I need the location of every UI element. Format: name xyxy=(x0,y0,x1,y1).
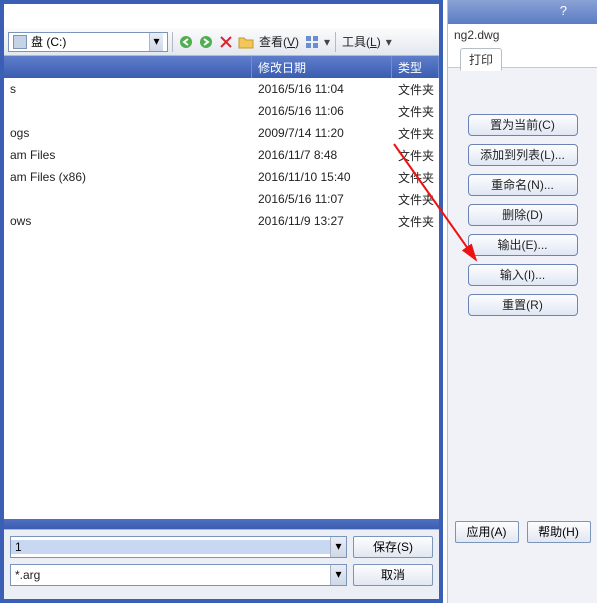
filter-input[interactable]: *.arg xyxy=(11,568,330,582)
filename-input[interactable]: 1 xyxy=(11,540,330,554)
forward-icon[interactable] xyxy=(197,33,215,51)
table-row[interactable]: ows2016/11/9 13:27文件夹 xyxy=(4,210,439,232)
cell-type: 文件夹 xyxy=(392,147,439,164)
file-save-dialog: 盘 (C:) ▾ 查看(V) ▾ 工具(L) ▾ 修改日期 类型 s2016/5… xyxy=(0,0,443,603)
cancel-button[interactable]: 取消 xyxy=(353,564,433,586)
cell-date: 2016/11/10 15:40 xyxy=(252,170,392,184)
help-button[interactable]: 帮助(H) xyxy=(527,521,591,543)
delete-icon[interactable] xyxy=(217,33,235,51)
col-type[interactable]: 类型 xyxy=(392,56,439,78)
panel-titlebar: ? xyxy=(448,0,597,24)
add-to-list-button[interactable]: 添加到列表(L)... xyxy=(468,144,578,166)
cell-name: ogs xyxy=(4,126,252,140)
export-button[interactable]: 输出(E)... xyxy=(468,234,578,256)
table-row[interactable]: 2016/5/16 11:07文件夹 xyxy=(4,188,439,210)
chevron-down-icon[interactable]: ▾ xyxy=(330,537,346,557)
chevron-down-icon[interactable]: ▾ xyxy=(149,33,163,51)
filename-combo[interactable]: 1 ▾ xyxy=(10,536,347,558)
tab-print[interactable]: 打印 xyxy=(460,48,502,71)
cell-date: 2016/5/16 11:04 xyxy=(252,82,392,96)
drive-icon xyxy=(13,35,27,49)
filter-combo[interactable]: *.arg ▾ xyxy=(10,564,347,586)
chevron-down-icon[interactable]: ▾ xyxy=(385,33,393,51)
save-button[interactable]: 保存(S) xyxy=(353,536,433,558)
chevron-down-icon[interactable]: ▾ xyxy=(330,565,346,585)
cell-date: 2016/5/16 11:07 xyxy=(252,192,392,206)
reset-button[interactable]: 重置(R) xyxy=(468,294,578,316)
cell-type: 文件夹 xyxy=(392,213,439,230)
chevron-down-icon[interactable]: ▾ xyxy=(323,33,331,51)
table-row[interactable]: ogs2009/7/14 11:20文件夹 xyxy=(4,122,439,144)
file-list[interactable]: s2016/5/16 11:04文件夹2016/5/16 11:06文件夹ogs… xyxy=(4,78,439,546)
cell-name: ows xyxy=(4,214,252,228)
divider xyxy=(4,519,439,529)
cell-date: 2009/7/14 11:20 xyxy=(252,126,392,140)
new-folder-icon[interactable] xyxy=(237,33,255,51)
tools-menu[interactable]: 工具(L) xyxy=(340,33,383,50)
set-current-button[interactable]: 置为当前(C) xyxy=(468,114,578,136)
cell-name: am Files (x86) xyxy=(4,170,252,184)
cell-type: 文件夹 xyxy=(392,125,439,142)
cell-type: 文件夹 xyxy=(392,169,439,186)
right-panel: ? ng2.dwg 打印 置为当前(C) 添加到列表(L)... 重命名(N).… xyxy=(447,0,597,603)
table-row[interactable]: am Files (x86)2016/11/10 15:40文件夹 xyxy=(4,166,439,188)
path-label: 盘 (C:) xyxy=(31,33,66,50)
cell-type: 文件夹 xyxy=(392,81,439,98)
col-name[interactable] xyxy=(4,56,252,78)
cell-type: 文件夹 xyxy=(392,191,439,208)
help-icon[interactable]: ? xyxy=(560,3,567,18)
cell-type: 文件夹 xyxy=(392,103,439,120)
col-date[interactable]: 修改日期 xyxy=(252,56,392,78)
apply-button[interactable]: 应用(A) xyxy=(455,521,519,543)
separator xyxy=(335,32,336,52)
table-row[interactable]: am Files2016/11/7 8:48文件夹 xyxy=(4,144,439,166)
dialog-bottom: 1 ▾ 保存(S) *.arg ▾ 取消 xyxy=(4,529,439,599)
cell-name: s xyxy=(4,82,252,96)
cell-date: 2016/11/7 8:48 xyxy=(252,148,392,162)
back-icon[interactable] xyxy=(177,33,195,51)
cell-date: 2016/5/16 11:06 xyxy=(252,104,392,118)
separator xyxy=(172,32,173,52)
table-row[interactable]: s2016/5/16 11:04文件夹 xyxy=(4,78,439,100)
cell-date: 2016/11/9 13:27 xyxy=(252,214,392,228)
view-mode-icon[interactable] xyxy=(303,33,321,51)
rename-button[interactable]: 重命名(N)... xyxy=(468,174,578,196)
import-button[interactable]: 输入(I)... xyxy=(468,264,578,286)
delete-button[interactable]: 删除(D) xyxy=(468,204,578,226)
table-row[interactable]: 2016/5/16 11:06文件夹 xyxy=(4,100,439,122)
close-icon[interactable] xyxy=(414,9,434,29)
list-header: 修改日期 类型 xyxy=(4,56,439,78)
doc-filename: ng2.dwg xyxy=(454,28,499,42)
cell-name: am Files xyxy=(4,148,252,162)
path-dropdown[interactable]: 盘 (C:) ▾ xyxy=(8,32,168,52)
view-menu[interactable]: 查看(V) xyxy=(257,33,301,50)
tab-strip: ng2.dwg 打印 xyxy=(448,24,597,68)
dialog-toolbar: 盘 (C:) ▾ 查看(V) ▾ 工具(L) ▾ xyxy=(4,28,439,56)
